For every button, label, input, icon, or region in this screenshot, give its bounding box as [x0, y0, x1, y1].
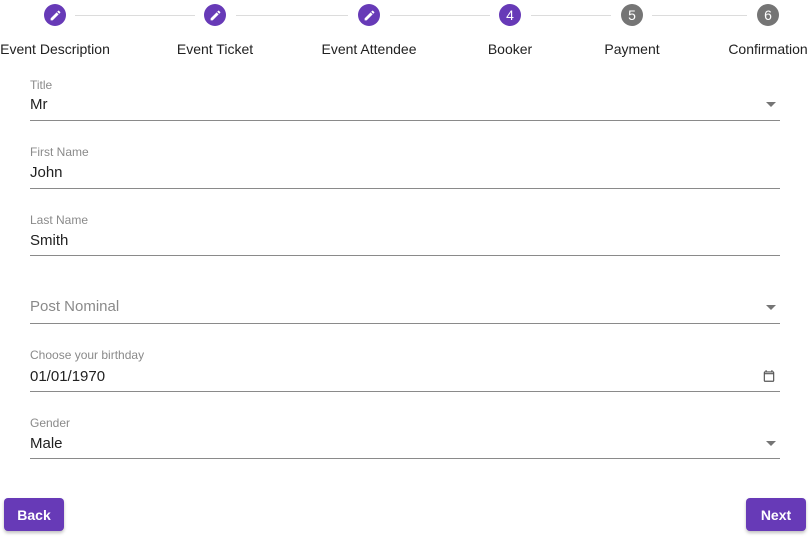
step-label-payment[interactable]: Payment	[604, 41, 659, 57]
step-label-booker[interactable]: Booker	[488, 41, 532, 57]
first-name-underline	[30, 188, 780, 189]
step-5-number[interactable]: 5	[621, 4, 643, 26]
last-name-field[interactable]: Last Name Smith	[30, 213, 780, 256]
birthday-underline	[30, 391, 780, 392]
back-button[interactable]: Back	[4, 498, 64, 531]
dropdown-arrow-icon[interactable]	[766, 441, 776, 446]
step-6-number[interactable]: 6	[757, 4, 779, 26]
step-2-edit-icon[interactable]	[204, 4, 226, 26]
step-label-event-attendee[interactable]: Event Attendee	[322, 41, 417, 57]
step-connector	[652, 15, 747, 16]
step-connector	[390, 15, 490, 16]
next-button[interactable]: Next	[746, 498, 806, 531]
birthday-label: Choose your birthday	[30, 348, 145, 362]
step-label-confirmation[interactable]: Confirmation	[728, 41, 807, 57]
step-label-event-description[interactable]: Event Description	[0, 41, 110, 57]
last-name-underline	[30, 255, 780, 256]
post-nominal-placeholder: Post Nominal	[30, 298, 120, 315]
step-4-number[interactable]: 4	[499, 4, 521, 26]
gender-select[interactable]: Gender Male	[30, 416, 780, 459]
first-name-label: First Name	[30, 145, 89, 159]
dropdown-arrow-icon[interactable]	[766, 305, 776, 310]
title-label: Title	[30, 78, 53, 92]
pencil-icon	[364, 10, 374, 20]
calendar-icon[interactable]	[762, 369, 776, 383]
post-nominal-select[interactable]: Post Nominal	[30, 298, 780, 324]
step-3-edit-icon[interactable]	[358, 4, 380, 26]
title-underline	[30, 120, 780, 121]
gender-value: Male	[30, 435, 63, 452]
stepper: 4 5 6 Event Description Event Ticket Eve…	[0, 0, 810, 70]
post-nominal-underline	[30, 323, 780, 324]
step-connector	[531, 15, 611, 16]
pencil-icon	[210, 10, 220, 20]
step-connector	[236, 15, 348, 16]
step-label-event-ticket[interactable]: Event Ticket	[177, 41, 253, 57]
step-connector	[75, 15, 195, 16]
title-value: Mr	[30, 96, 48, 113]
gender-underline	[30, 458, 780, 459]
birthday-input[interactable]: 01/01/1970	[30, 368, 780, 386]
first-name-input[interactable]: John	[30, 164, 780, 182]
step-1-edit-icon[interactable]	[44, 4, 66, 26]
dropdown-arrow-icon[interactable]	[766, 102, 776, 107]
first-name-field[interactable]: First Name John	[30, 145, 780, 189]
last-name-label: Last Name	[30, 213, 89, 227]
last-name-input[interactable]: Smith	[30, 232, 780, 250]
birthday-field[interactable]: Choose your birthday 01/01/1970	[30, 348, 780, 392]
gender-label: Gender	[30, 416, 71, 430]
title-select[interactable]: Title Mr	[30, 78, 780, 121]
pencil-icon	[50, 10, 60, 20]
